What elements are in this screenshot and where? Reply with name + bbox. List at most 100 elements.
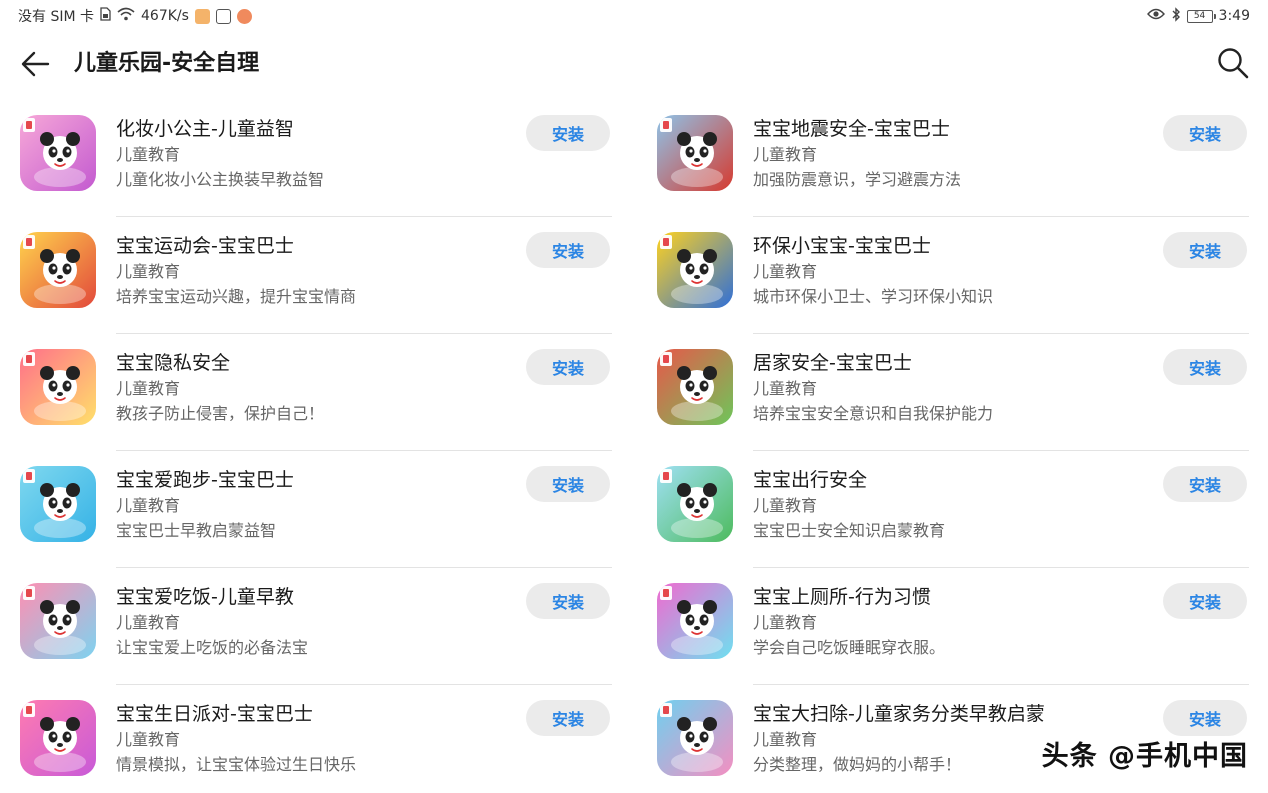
app-icon-image <box>657 583 733 659</box>
watermark: 头条 @手机中国 <box>1041 741 1248 772</box>
app-icon[interactable] <box>657 583 733 659</box>
app-description: 情景模拟，让宝宝体验过生日快乐 <box>116 755 357 774</box>
app-description: 学会自己吃饭睡眠穿衣服。 <box>753 638 946 657</box>
app-icon[interactable] <box>20 583 96 659</box>
app-category: 儿童教育 <box>116 262 181 281</box>
app-description: 培养宝宝运动兴趣，提升宝宝情商 <box>116 287 357 306</box>
app-description: 宝宝巴士安全知识启蒙教育 <box>753 521 946 540</box>
app-icon-image <box>20 466 96 542</box>
app-category: 儿童教育 <box>753 145 818 164</box>
app-list-item[interactable]: 宝宝隐私安全 儿童教育 教孩子防止侵害，保护自己！ 安装 <box>18 334 612 451</box>
app-icon[interactable] <box>657 466 733 542</box>
app-icon[interactable] <box>20 232 96 308</box>
status-bar: 没有 SIM 卡 467K/s 54 3:49 <box>0 0 1268 32</box>
app-icon[interactable] <box>657 700 733 776</box>
back-button[interactable] <box>18 48 54 80</box>
status-bar-right: 54 3:49 <box>1146 6 1250 26</box>
install-button[interactable]: 安装 <box>526 700 610 736</box>
app-description: 儿童化妆小公主换装早教益智 <box>116 170 325 189</box>
install-button[interactable]: 安装 <box>1163 583 1247 619</box>
app-description: 让宝宝爱上吃饭的必备法宝 <box>116 638 309 657</box>
notification-image-icon <box>215 8 231 24</box>
install-button[interactable]: 安装 <box>1163 466 1247 502</box>
app-category: 儿童教育 <box>116 613 181 632</box>
install-button[interactable]: 安装 <box>1163 232 1247 268</box>
app-icon[interactable] <box>20 349 96 425</box>
app-icon[interactable] <box>657 349 733 425</box>
install-button[interactable]: 安装 <box>526 583 610 619</box>
app-name: 环保小宝宝-宝宝巴士 <box>753 235 931 257</box>
sim-icon <box>100 7 111 25</box>
eye-icon <box>1146 8 1165 24</box>
wifi-icon <box>117 7 135 25</box>
app-description: 培养宝宝安全意识和自我保护能力 <box>753 404 994 423</box>
app-category: 儿童教育 <box>753 496 818 515</box>
page-title: 儿童乐园-安全自理 <box>74 51 260 76</box>
install-button[interactable]: 安装 <box>1163 115 1247 151</box>
app-description: 城市环保小卫士、学习环保小知识 <box>753 287 994 306</box>
battery-indicator: 54 <box>1186 9 1216 23</box>
app-icon-image <box>20 700 96 776</box>
battery-level: 54 <box>1193 10 1206 21</box>
title-bar: 儿童乐园-安全自理 <box>0 34 1268 94</box>
app-description: 加强防震意识，学习避震方法 <box>753 170 962 189</box>
app-name: 宝宝运动会-宝宝巴士 <box>116 235 294 257</box>
app-description: 分类整理，做妈妈的小帮手！ <box>753 755 962 774</box>
app-icon[interactable] <box>657 115 733 191</box>
app-icon-image <box>657 232 733 308</box>
app-icon-image <box>657 349 733 425</box>
app-icon[interactable] <box>20 700 96 776</box>
app-name: 化妆小公主-儿童益智 <box>116 118 294 140</box>
app-name: 宝宝上厕所-行为习惯 <box>753 586 931 608</box>
app-category: 儿童教育 <box>116 496 181 515</box>
bluetooth-icon <box>1171 6 1181 26</box>
notification-chat-icon <box>236 8 252 24</box>
search-icon <box>1218 48 1249 79</box>
carrier-label: 没有 SIM 卡 <box>18 9 94 25</box>
app-icon[interactable] <box>20 466 96 542</box>
app-name: 宝宝生日派对-宝宝巴士 <box>116 703 313 725</box>
app-category: 儿童教育 <box>116 730 181 749</box>
app-list-item[interactable]: 化妆小公主-儿童益智 儿童教育儿童化妆小公主换装早教益智 安装 <box>18 100 612 217</box>
install-button[interactable]: 安装 <box>526 466 610 502</box>
app-list-item[interactable]: 宝宝上厕所-行为习惯 儿童教育学会自己吃饭睡眠穿衣服。 安装 <box>655 568 1249 685</box>
app-category: 儿童教育 <box>753 730 818 749</box>
app-list-item[interactable]: 环保小宝宝-宝宝巴士 儿童教育城市环保小卫士、学习环保小知识 安装 <box>655 217 1249 334</box>
app-category: 儿童教育 <box>753 613 818 632</box>
app-category: 儿童教育 <box>116 379 181 398</box>
search-button[interactable] <box>1216 46 1250 80</box>
install-button[interactable]: 安装 <box>1163 349 1247 385</box>
app-list-item[interactable]: 宝宝生日派对-宝宝巴士 儿童教育情景模拟，让宝宝体验过生日快乐 安装 <box>18 685 612 793</box>
app-list-item[interactable]: 宝宝运动会-宝宝巴士 儿童教育培养宝宝运动兴趣，提升宝宝情商 安装 <box>18 217 612 334</box>
app-name: 宝宝大扫除-儿童家务分类早教启蒙 <box>753 703 1045 725</box>
app-icon-image <box>20 349 96 425</box>
app-category: 儿童教育 <box>753 262 818 281</box>
app-list-item[interactable]: 宝宝爱跑步-宝宝巴士 儿童教育宝宝巴士早教启蒙益智 安装 <box>18 451 612 568</box>
app-icon-image <box>657 466 733 542</box>
app-icon-image <box>657 115 733 191</box>
app-icon-image <box>20 232 96 308</box>
app-description: 教孩子防止侵害，保护自己！ <box>116 404 325 423</box>
app-name: 宝宝爱跑步-宝宝巴士 <box>116 469 294 491</box>
install-button[interactable]: 安装 <box>526 232 610 268</box>
app-name: 宝宝地震安全-宝宝巴士 <box>753 118 950 140</box>
app-list: 化妆小公主-儿童益智 儿童教育 儿童化妆小公主换装早教益智 安装 宝宝运动会-宝宝巴士儿… <box>0 100 1268 793</box>
app-description: 宝宝巴士早教启蒙益智 <box>116 521 277 540</box>
app-list-item[interactable]: 宝宝爱吃饭-儿童早教 儿童教育让宝宝爱上吃饭的必备法宝 安装 <box>18 568 612 685</box>
install-button[interactable]: 安装 <box>1163 700 1247 736</box>
app-name: 居家安全-宝宝巴士 <box>753 352 912 374</box>
app-icon-image <box>657 700 733 776</box>
install-button[interactable]: 安装 <box>526 115 610 151</box>
network-speed: 467K/s <box>141 8 189 24</box>
app-category: 儿童教育 <box>753 379 818 398</box>
app-list-item[interactable]: 宝宝地震安全-宝宝巴士 儿童教育加强防震意识，学习避震方法 安装 <box>655 100 1249 217</box>
app-name: 宝宝出行安全 <box>753 469 868 491</box>
app-category: 儿童教育 <box>116 145 181 164</box>
app-icon[interactable] <box>20 115 96 191</box>
app-name: 宝宝爱吃饭-儿童早教 <box>116 586 294 608</box>
app-list-item[interactable]: 宝宝出行安全 儿童教育宝宝巴士安全知识启蒙教育 安装 <box>655 451 1249 568</box>
install-button[interactable]: 安装 <box>526 349 610 385</box>
app-icon[interactable] <box>657 232 733 308</box>
app-list-item[interactable]: 居家安全-宝宝巴士 儿童教育培养宝宝安全意识和自我保护能力 安装 <box>655 334 1249 451</box>
notification-app-icon-1 <box>194 8 210 24</box>
